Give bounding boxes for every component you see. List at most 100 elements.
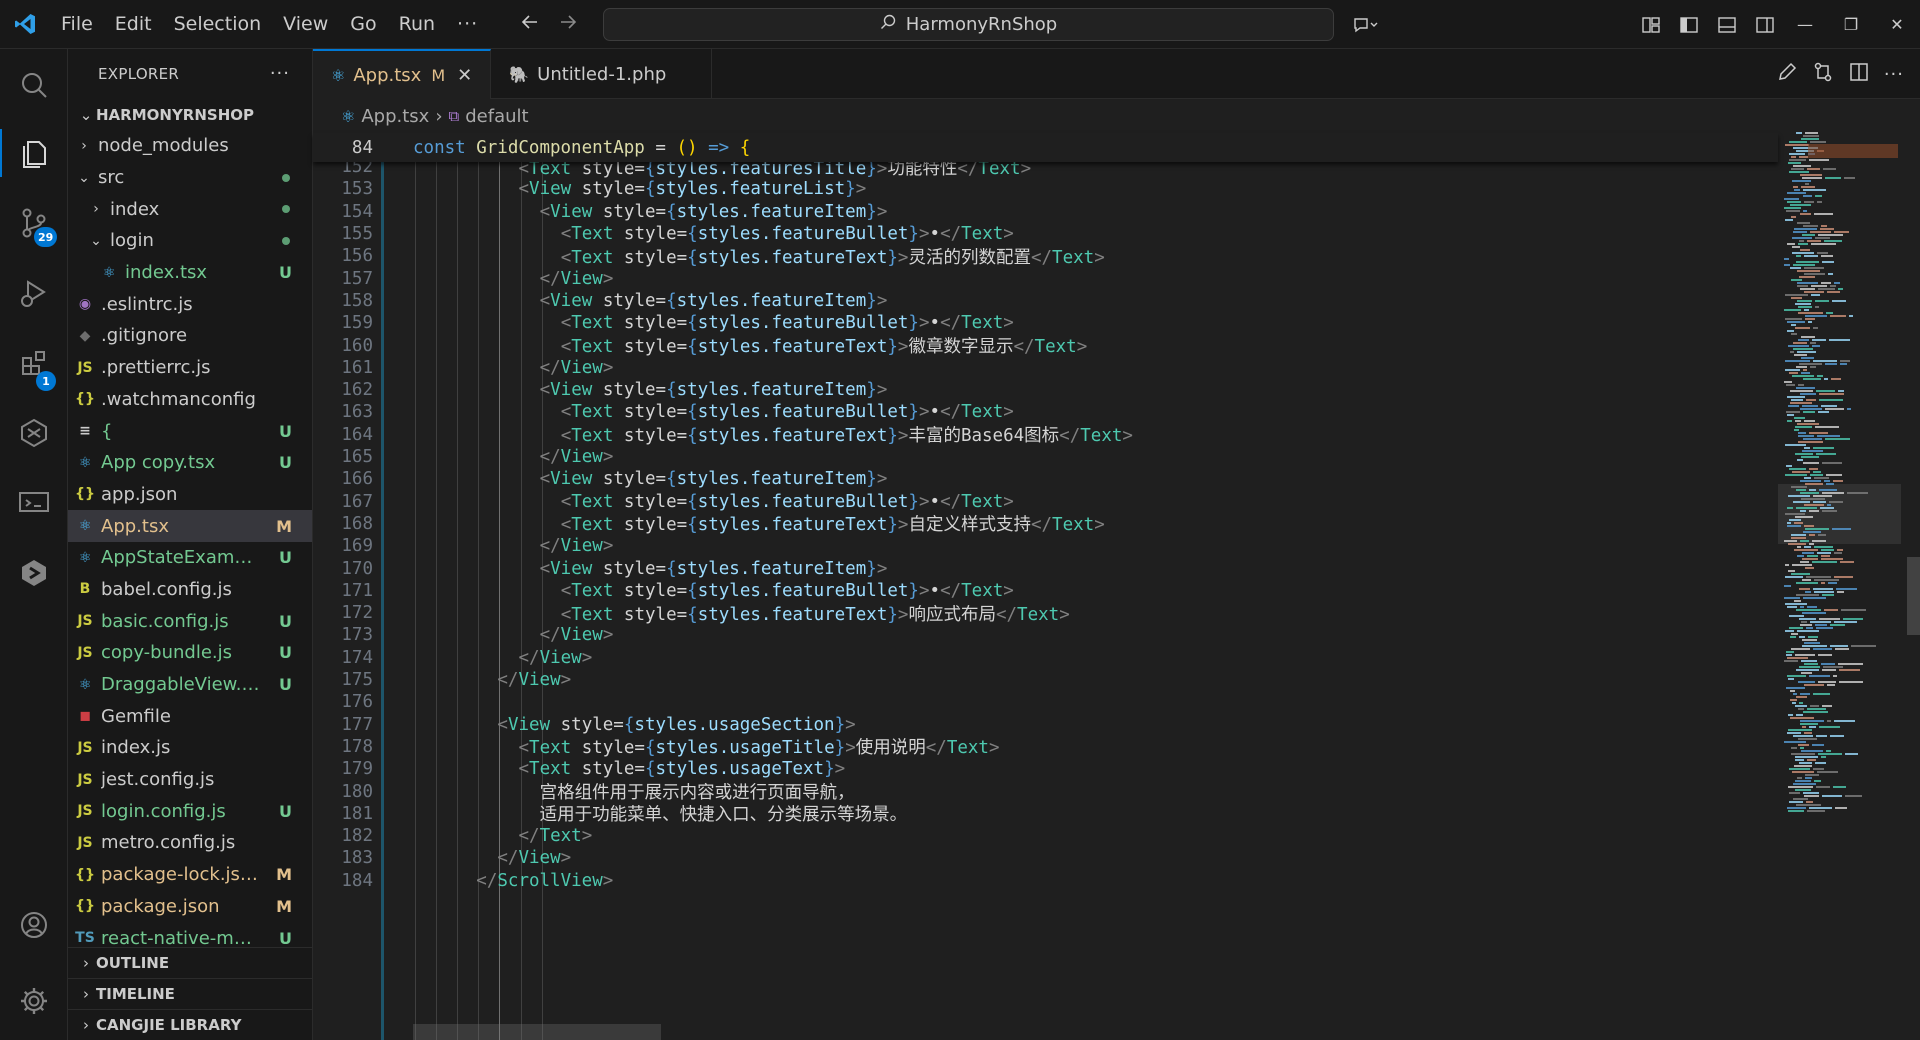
cangjie-icon[interactable] bbox=[0, 543, 68, 603]
code-line[interactable]: 155 <Text style={styles.featureBullet}>•<… bbox=[313, 223, 1778, 245]
tree-folder[interactable]: › index bbox=[68, 193, 312, 225]
tab-app-tsx[interactable]: ⚛ App.tsx M ✕ bbox=[313, 49, 492, 99]
cangjie-library-section[interactable]: › CANGJIE LIBRARY bbox=[68, 1009, 312, 1040]
tree-file[interactable]: ⚛ App copy.tsx U bbox=[68, 447, 312, 479]
account-icon[interactable] bbox=[0, 895, 68, 955]
code-line[interactable]: 154 <View style={styles.featureItem}> bbox=[313, 201, 1778, 223]
tree-file[interactable]: {} package-lock.json M bbox=[68, 859, 312, 891]
copilot-chat-icon[interactable] bbox=[1348, 0, 1386, 49]
code-line[interactable]: 167 <Text style={styles.featureBullet}>•<… bbox=[313, 491, 1778, 513]
toggle-primary-sidebar-icon[interactable] bbox=[1670, 0, 1708, 49]
outline-section[interactable]: › OUTLINE bbox=[68, 947, 312, 978]
command-center-search[interactable]: HarmonyRnShop bbox=[603, 8, 1334, 41]
code-line[interactable]: 152 <Text style={styles.featuresTitle}>功能… bbox=[313, 162, 1778, 179]
toggle-panel-icon[interactable] bbox=[1708, 0, 1746, 49]
tree-file[interactable]: ⚛ index.tsx U bbox=[68, 257, 312, 289]
tree-file[interactable]: {} app.json bbox=[68, 479, 312, 511]
code-line[interactable]: 176 bbox=[313, 691, 1778, 713]
breadcrumb-file[interactable]: App.tsx bbox=[361, 106, 429, 127]
tree-file[interactable]: JS login.config.js U bbox=[68, 795, 312, 827]
code-line[interactable]: 174 </View> bbox=[313, 647, 1778, 669]
workspace-root-header[interactable]: ⌄ HARMONYRNSHOP bbox=[68, 99, 312, 130]
explorer-more-actions-icon[interactable]: ··· bbox=[270, 63, 290, 84]
code-line[interactable]: 156 <Text style={styles.featureText}>灵活的列… bbox=[313, 245, 1778, 268]
menu-run[interactable]: Run bbox=[388, 13, 446, 35]
code-line[interactable]: 173 </View> bbox=[313, 624, 1778, 646]
tree-file[interactable]: ⚛ DraggableView.tsx U bbox=[68, 669, 312, 701]
deveco-icon[interactable] bbox=[0, 403, 68, 463]
minimize-icon[interactable]: — bbox=[1782, 0, 1828, 49]
code-line[interactable]: 175 </View> bbox=[313, 669, 1778, 691]
search-icon[interactable] bbox=[0, 55, 68, 115]
split-editor-icon[interactable] bbox=[1848, 61, 1870, 88]
menu-more[interactable]: ··· bbox=[446, 13, 489, 35]
code-line[interactable]: 163 <Text style={styles.featureBullet}>•<… bbox=[313, 401, 1778, 423]
code-line[interactable]: 160 <Text style={styles.featureText}>徽章数字… bbox=[313, 334, 1778, 358]
tree-folder[interactable]: › node_modules bbox=[68, 130, 312, 162]
code-line[interactable]: 177 <View style={styles.usageSection}> bbox=[313, 714, 1778, 736]
breadcrumb-symbol[interactable]: default bbox=[465, 106, 528, 127]
tree-file[interactable]: {} .watchmanconfig bbox=[68, 384, 312, 416]
toggle-secondary-sidebar-icon[interactable] bbox=[1746, 0, 1784, 49]
code-line[interactable]: 182 </Text> bbox=[313, 825, 1778, 847]
back-arrow-icon[interactable] bbox=[520, 12, 540, 37]
vertical-scrollbar[interactable] bbox=[1907, 132, 1920, 1040]
tab-untitled-php[interactable]: 🐘 Untitled-1.php bbox=[491, 49, 713, 99]
code-line[interactable]: 164 <Text style={styles.featureText}>丰富的B… bbox=[313, 424, 1778, 447]
code-line[interactable]: 178 <Text style={styles.usageTitle}>使用说明<… bbox=[313, 736, 1778, 759]
code-line[interactable]: 157 </View> bbox=[313, 268, 1778, 290]
menu-selection[interactable]: Selection bbox=[163, 13, 273, 35]
forward-arrow-icon[interactable] bbox=[558, 12, 578, 37]
code-line[interactable]: 158 <View style={styles.featureItem}> bbox=[313, 290, 1778, 312]
close-window-icon[interactable]: ✕ bbox=[1874, 0, 1920, 49]
tree-file[interactable]: ◉ .eslintrc.js bbox=[68, 288, 312, 320]
tree-file[interactable]: ◼ Gemfile bbox=[68, 700, 312, 732]
code-editor[interactable]: 152 <Text style={styles.featuresTitle}>功能… bbox=[313, 162, 1778, 1040]
tree-file[interactable]: ◆ .gitignore bbox=[68, 320, 312, 352]
files-icon[interactable] bbox=[0, 123, 68, 183]
code-line[interactable]: 171 <Text style={styles.featureBullet}>•<… bbox=[313, 580, 1778, 602]
code-line[interactable]: 162 <View style={styles.featureItem}> bbox=[313, 379, 1778, 401]
edit-pencil-icon[interactable] bbox=[1776, 61, 1798, 88]
tree-file[interactable]: JS basic.config.js U bbox=[68, 605, 312, 637]
code-line[interactable]: 179 <Text style={styles.usageText}> bbox=[313, 758, 1778, 780]
horizontal-scrollbar[interactable] bbox=[413, 1024, 661, 1040]
code-line[interactable]: 161 </View> bbox=[313, 357, 1778, 379]
menu-go[interactable]: Go bbox=[339, 13, 387, 35]
tree-file[interactable]: JS jest.config.js bbox=[68, 764, 312, 796]
close-tab-icon[interactable]: ✕ bbox=[457, 65, 472, 86]
code-line[interactable]: 172 <Text style={styles.featureText}>响应式布… bbox=[313, 602, 1778, 625]
code-line[interactable]: 159 <Text style={styles.featureBullet}>•<… bbox=[313, 312, 1778, 334]
code-line[interactable]: 170 <View style={styles.featureItem}> bbox=[313, 557, 1778, 579]
scrollbar-thumb[interactable] bbox=[1907, 557, 1920, 635]
compare-changes-icon[interactable] bbox=[1812, 61, 1834, 88]
restore-icon[interactable]: ❐ bbox=[1828, 0, 1874, 49]
menu-view[interactable]: View bbox=[272, 13, 339, 35]
tree-file[interactable]: JS index.js bbox=[68, 732, 312, 764]
gear-icon[interactable] bbox=[0, 971, 68, 1031]
tree-file[interactable]: JS .prettierrc.js bbox=[68, 352, 312, 384]
timeline-section[interactable]: › TIMELINE bbox=[68, 978, 312, 1009]
customize-layout-icon[interactable] bbox=[1632, 0, 1670, 49]
extensions-icon[interactable]: 1 bbox=[0, 333, 68, 393]
code-line[interactable]: 166 <View style={styles.featureItem}> bbox=[313, 468, 1778, 490]
code-line[interactable]: 183 </View> bbox=[313, 847, 1778, 869]
code-line[interactable]: 180 宫格组件用于展示内容或进行页面导航， bbox=[313, 780, 1778, 804]
more-actions-icon[interactable]: ··· bbox=[1884, 64, 1904, 85]
tree-file[interactable]: JS metro.config.js bbox=[68, 827, 312, 859]
remote-explorer-icon[interactable] bbox=[0, 473, 68, 533]
code-line[interactable]: 153 <View style={styles.featureList}> bbox=[313, 178, 1778, 200]
tree-folder[interactable]: ⌄ login bbox=[68, 225, 312, 257]
code-line[interactable]: 169 </View> bbox=[313, 535, 1778, 557]
sticky-scroll-header[interactable]: 84 const GridComponentApp = () => { bbox=[313, 133, 1778, 162]
run-debug-icon[interactable] bbox=[0, 263, 68, 323]
tree-folder[interactable]: ⌄ src bbox=[68, 162, 312, 194]
code-line[interactable]: 184 </ScrollView> bbox=[313, 870, 1778, 892]
code-line[interactable]: 165 </View> bbox=[313, 446, 1778, 468]
tree-file[interactable]: JS copy-bundle.js U bbox=[68, 637, 312, 669]
tree-file[interactable]: ⚛ App.tsx M bbox=[68, 510, 312, 542]
tree-file[interactable]: {} package.json M bbox=[68, 891, 312, 923]
menu-edit[interactable]: Edit bbox=[104, 13, 163, 35]
source-control-icon[interactable]: 29 bbox=[0, 193, 68, 253]
code-line[interactable]: 168 <Text style={styles.featureText}>自定义样… bbox=[313, 513, 1778, 536]
